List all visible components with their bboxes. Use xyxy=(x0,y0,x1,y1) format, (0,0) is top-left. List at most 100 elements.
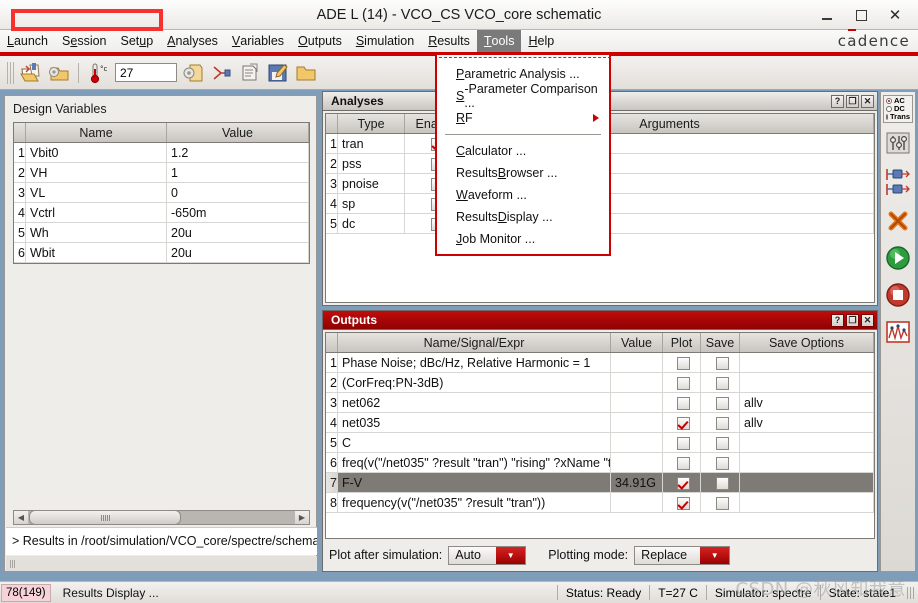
plot-after-simulation-select[interactable]: Auto ▼ xyxy=(448,545,527,565)
plot-checkbox[interactable] xyxy=(677,416,690,430)
plot-checkbox[interactable] xyxy=(677,356,690,370)
an-type-cell[interactable]: dc xyxy=(337,213,405,234)
radio-trans[interactable]: Trans xyxy=(886,113,910,121)
out-save-options-cell[interactable] xyxy=(739,432,874,453)
design-variables-hscrollbar[interactable]: ◀ ▶ xyxy=(13,510,310,525)
chevron-down-icon[interactable]: ▼ xyxy=(496,546,526,564)
out-expr-cell[interactable]: (CorFreq:PN-3dB) xyxy=(337,372,611,393)
out-save-options-cell[interactable] xyxy=(739,352,874,373)
menu-tools[interactable]: Tools xyxy=(476,30,522,52)
table-row[interactable]: 4 net035 allv xyxy=(326,412,874,433)
close-button[interactable]: ✕ xyxy=(878,2,912,28)
table-row[interactable]: 2 VH 1 xyxy=(14,162,309,183)
dv-name-cell[interactable]: Wh xyxy=(25,222,167,243)
out-save-cell[interactable] xyxy=(700,472,740,493)
out-expr-cell[interactable]: frequency(v("/net035" ?result "tran")) xyxy=(337,492,611,513)
out-value-cell[interactable] xyxy=(610,432,663,453)
out-value-cell[interactable] xyxy=(610,412,663,433)
scroll-thumb[interactable] xyxy=(29,510,181,525)
dv-name-cell[interactable]: VL xyxy=(25,182,167,203)
close-button[interactable]: ✕ xyxy=(861,313,874,327)
out-plot-cell[interactable] xyxy=(662,392,701,413)
save-checkbox[interactable] xyxy=(715,356,729,370)
out-value-cell[interactable] xyxy=(610,372,663,393)
save-checkbox[interactable] xyxy=(715,436,729,450)
save-checkbox[interactable] xyxy=(715,376,729,390)
save-checkbox[interactable] xyxy=(715,416,729,430)
out-expr-cell[interactable]: net062 xyxy=(337,392,611,413)
menu-item-results-browser[interactable]: Results Browser ... xyxy=(437,162,609,184)
an-type-cell[interactable]: tran xyxy=(337,133,405,154)
out-save-options-cell[interactable] xyxy=(739,492,874,513)
out-value-cell[interactable] xyxy=(610,492,663,513)
out-plot-cell[interactable] xyxy=(662,472,701,493)
out-expr-cell[interactable]: F-V xyxy=(337,472,611,493)
menu-item-rf[interactable]: RF xyxy=(437,107,609,129)
minimize-button[interactable] xyxy=(810,2,844,28)
open-session-icon[interactable] xyxy=(18,60,44,86)
dv-name-cell[interactable]: Wbit xyxy=(25,242,167,263)
menu-results[interactable]: Results xyxy=(421,30,477,52)
save-checkbox[interactable] xyxy=(715,496,729,510)
out-value-cell[interactable] xyxy=(610,452,663,473)
out-save-options-cell[interactable] xyxy=(739,452,874,473)
save-checkbox[interactable] xyxy=(715,476,729,490)
out-col-plot[interactable]: Plot xyxy=(662,333,701,353)
help-button[interactable]: ? xyxy=(831,313,844,327)
menu-item-s-parameter-comparison[interactable]: S -Parameter Comparison ... xyxy=(437,82,609,110)
menu-launch[interactable]: Launch xyxy=(0,30,55,52)
out-plot-cell[interactable] xyxy=(662,452,701,473)
menu-setup[interactable]: Set u p xyxy=(114,30,161,52)
out-plot-cell[interactable] xyxy=(662,492,701,513)
close-button[interactable]: ✕ xyxy=(861,94,874,108)
copy-doc-icon[interactable] xyxy=(237,60,263,86)
out-save-cell[interactable] xyxy=(700,412,740,433)
table-row[interactable]: 7 F-V 34.91G xyxy=(326,472,874,493)
plot-checkbox[interactable] xyxy=(677,496,690,510)
out-expr-cell[interactable]: net035 xyxy=(337,412,611,433)
out-plot-cell[interactable] xyxy=(662,352,701,373)
table-row[interactable]: 6 freq(v("/net035" ?result "tran") "risi… xyxy=(326,452,874,473)
table-row[interactable]: 3 VL 0 xyxy=(14,182,309,203)
out-save-options-cell[interactable]: allv xyxy=(739,412,874,433)
plotting-mode-select[interactable]: Replace ▼ xyxy=(634,545,731,565)
table-row[interactable]: 3 net062 allv xyxy=(326,392,874,413)
plot-checkbox[interactable] xyxy=(677,456,690,470)
out-expr-cell[interactable]: freq(v("/net035" ?result "tran") "rising… xyxy=(337,452,611,473)
maximize-button[interactable] xyxy=(844,2,878,28)
restore-button[interactable]: ❐ xyxy=(846,313,859,327)
dv-name-cell[interactable]: Vctrl xyxy=(25,202,167,223)
dv-value-cell[interactable]: 20u xyxy=(166,242,309,263)
dv-value-cell[interactable]: 0 xyxy=(166,182,309,203)
table-row[interactable]: 8 frequency(v("/net035" ?result "tran")) xyxy=(326,492,874,513)
open-settings-folder-icon[interactable] xyxy=(46,60,72,86)
dv-name-cell[interactable]: Vbit0 xyxy=(25,142,167,163)
out-save-cell[interactable] xyxy=(700,452,740,473)
out-value-cell[interactable] xyxy=(610,352,663,373)
dv-col-value[interactable]: Value xyxy=(166,123,309,143)
dv-value-cell[interactable]: 1 xyxy=(166,162,309,183)
menu-item-job-monitor[interactable]: Job Monitor ... xyxy=(437,228,609,250)
design-variables-table[interactable]: Name Value 1 Vbit0 1.2 2 VH 1 3 VL 0 4 V… xyxy=(13,122,310,264)
plot-checkbox[interactable] xyxy=(677,376,690,390)
netlist-icon[interactable] xyxy=(209,60,235,86)
netlist-in-icon[interactable] xyxy=(884,165,912,199)
dv-col-name[interactable]: Name xyxy=(25,123,167,143)
menu-help[interactable]: Help xyxy=(521,30,561,52)
scroll-right-icon[interactable]: ▶ xyxy=(295,511,309,524)
save-checkbox[interactable] xyxy=(715,396,729,410)
out-save-options-cell[interactable]: allv xyxy=(739,392,874,413)
menu-variables[interactable]: Variables xyxy=(225,30,291,52)
menu-outputs[interactable]: Outputs xyxy=(291,30,349,52)
an-type-cell[interactable]: pss xyxy=(337,153,405,174)
stop-simulation-icon[interactable] xyxy=(884,281,912,309)
delete-x-icon[interactable] xyxy=(884,207,912,235)
menu-item-calculator[interactable]: Calculator ... xyxy=(437,140,609,162)
save-checkbox[interactable] xyxy=(715,456,729,470)
edit-save-icon[interactable] xyxy=(265,60,291,86)
out-col-expr[interactable]: Name/Signal/Expr xyxy=(337,333,611,353)
plot-checkbox[interactable] xyxy=(677,396,690,410)
an-type-cell[interactable]: pnoise xyxy=(337,173,405,194)
variables-icon[interactable] xyxy=(884,129,912,157)
out-save-options-cell[interactable] xyxy=(739,472,874,493)
